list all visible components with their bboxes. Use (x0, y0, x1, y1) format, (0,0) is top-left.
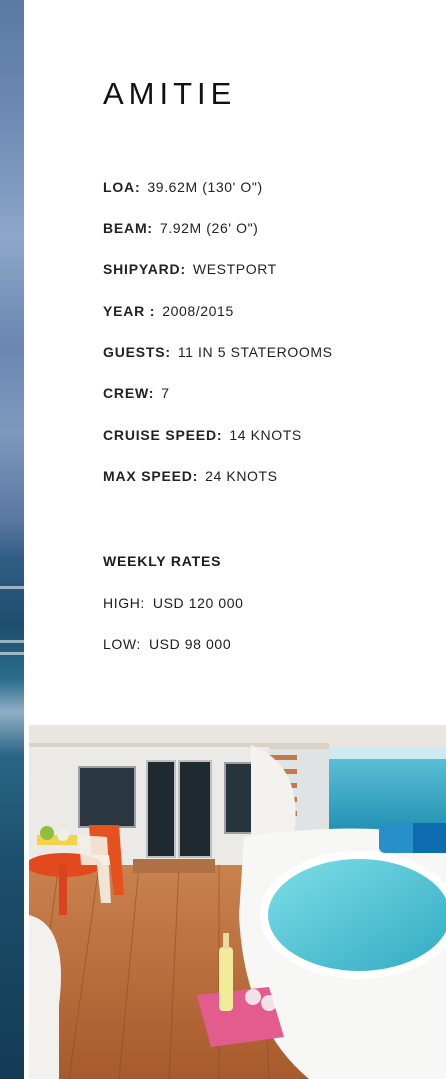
spec-label: BEAM: (103, 220, 153, 236)
rate-high: HIGH: USD 120 000 (103, 595, 244, 611)
rate-value: USD 98 000 (148, 636, 232, 652)
spec-loa: LOA: 39.62M (130' O") (103, 179, 263, 195)
rate-low: LOW: USD 98 000 (103, 636, 231, 652)
spec-value: 7.92M (26' O") (159, 220, 259, 236)
wave-highlight (0, 640, 24, 643)
spec-label: MAX SPEED: (103, 468, 199, 484)
spec-cruise-speed: CRUISE SPEED: 14 KNOTS (103, 427, 302, 443)
spec-value: 11 IN 5 STATEROOMS (177, 344, 333, 360)
spec-value: 7 (161, 385, 170, 401)
spec-value: 14 KNOTS (229, 427, 302, 443)
spec-max-speed: MAX SPEED: 24 KNOTS (103, 468, 278, 484)
sea-image-strip (0, 0, 24, 1079)
rate-label: LOW: (103, 636, 141, 652)
spec-label: CREW: (103, 385, 155, 401)
wave-highlight (0, 652, 24, 655)
spec-value: 39.62M (130' O") (147, 179, 263, 195)
spec-year: YEAR : 2008/2015 (103, 303, 234, 319)
spec-value: 2008/2015 (162, 303, 234, 319)
spec-label: CRUISE SPEED: (103, 427, 223, 443)
spec-label: LOA: (103, 179, 141, 195)
spec-beam: BEAM: 7.92M (26' O") (103, 220, 258, 236)
spec-guests: GUESTS: 11 IN 5 STATEROOMS (103, 344, 333, 360)
spec-value: WESTPORT (192, 261, 277, 277)
spec-crew: CREW: 7 (103, 385, 170, 401)
spec-label: GUESTS: (103, 344, 171, 360)
rate-value: USD 120 000 (152, 595, 244, 611)
wave-highlight (0, 586, 24, 589)
rate-label: HIGH: (103, 595, 145, 611)
spec-shipyard: SHIPYARD: WESTPORT (103, 261, 277, 277)
spec-label: YEAR : (103, 303, 156, 319)
weekly-rates-heading: WEEKLY RATES (103, 553, 222, 569)
aft-deck-jacuzzi-photo (29, 725, 446, 1079)
spec-value: 24 KNOTS (205, 468, 278, 484)
spec-label: SHIPYARD: (103, 261, 186, 277)
yacht-name: AMITIE (103, 76, 237, 111)
